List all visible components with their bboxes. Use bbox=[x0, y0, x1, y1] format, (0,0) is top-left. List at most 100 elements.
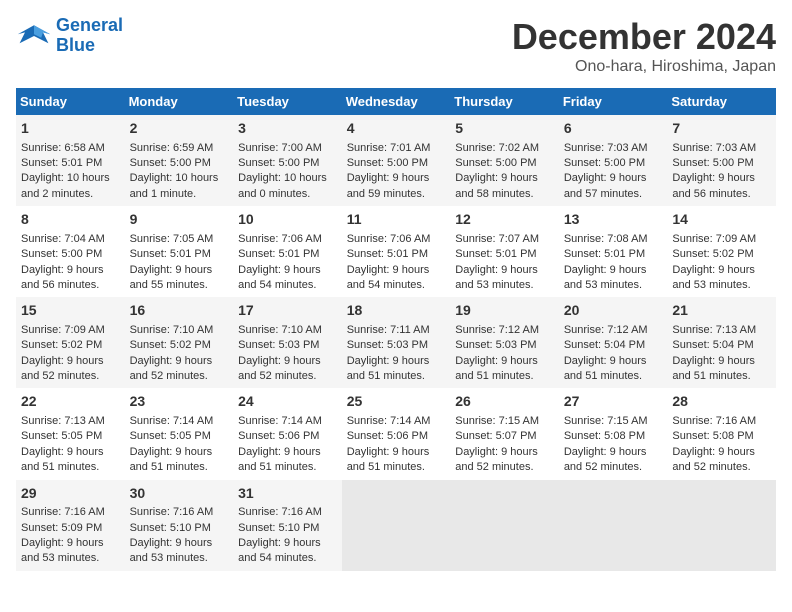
day-info-line: and 52 minutes. bbox=[238, 369, 337, 384]
calendar-cell: 27Sunrise: 7:15 AMSunset: 5:08 PMDayligh… bbox=[559, 388, 668, 479]
calendar-cell: 8Sunrise: 7:04 AMSunset: 5:00 PMDaylight… bbox=[16, 206, 125, 297]
day-number: 31 bbox=[238, 484, 337, 504]
day-info-line: Sunrise: 7:16 AM bbox=[238, 505, 337, 520]
calendar-cell: 19Sunrise: 7:12 AMSunset: 5:03 PMDayligh… bbox=[450, 297, 559, 388]
day-info-line: and 57 minutes. bbox=[564, 187, 663, 202]
day-info-line: and 58 minutes. bbox=[455, 187, 554, 202]
day-info-line: Sunrise: 7:16 AM bbox=[21, 505, 120, 520]
day-info-line: Sunrise: 7:15 AM bbox=[455, 414, 554, 429]
day-info-line: Sunrise: 7:16 AM bbox=[130, 505, 229, 520]
day-number: 16 bbox=[130, 301, 229, 321]
calendar-cell: 25Sunrise: 7:14 AMSunset: 5:06 PMDayligh… bbox=[342, 388, 451, 479]
calendar-row: 29Sunrise: 7:16 AMSunset: 5:09 PMDayligh… bbox=[16, 480, 776, 571]
day-number: 4 bbox=[347, 119, 446, 139]
day-info-line: Sunrise: 7:01 AM bbox=[347, 141, 446, 156]
day-info-line: Sunset: 5:08 PM bbox=[564, 429, 663, 444]
calendar-cell: 16Sunrise: 7:10 AMSunset: 5:02 PMDayligh… bbox=[125, 297, 234, 388]
calendar-cell bbox=[667, 480, 776, 571]
day-number: 23 bbox=[130, 392, 229, 412]
day-info-line: Sunset: 5:03 PM bbox=[347, 338, 446, 353]
day-info-line: Sunset: 5:01 PM bbox=[455, 247, 554, 262]
logo-line1: General bbox=[56, 15, 123, 35]
day-info-line: Daylight: 9 hours bbox=[672, 354, 771, 369]
day-info-line: and 0 minutes. bbox=[238, 187, 337, 202]
day-info-line: Sunrise: 7:03 AM bbox=[672, 141, 771, 156]
day-info-line: Daylight: 9 hours bbox=[238, 263, 337, 278]
day-info-line: and 2 minutes. bbox=[21, 187, 120, 202]
day-info-line: Daylight: 9 hours bbox=[347, 445, 446, 460]
day-info-line: and 59 minutes. bbox=[347, 187, 446, 202]
day-info-line: Daylight: 9 hours bbox=[455, 445, 554, 460]
day-info-line: Sunrise: 7:14 AM bbox=[130, 414, 229, 429]
day-info-line: Daylight: 9 hours bbox=[564, 445, 663, 460]
logo: General Blue bbox=[16, 16, 123, 56]
day-info-line: Sunset: 5:00 PM bbox=[455, 156, 554, 171]
day-info-line: Daylight: 9 hours bbox=[564, 354, 663, 369]
day-info-line: Sunset: 5:10 PM bbox=[130, 521, 229, 536]
day-info-line: Daylight: 9 hours bbox=[238, 536, 337, 551]
calendar-row: 1Sunrise: 6:58 AMSunset: 5:01 PMDaylight… bbox=[16, 115, 776, 206]
day-info-line: Daylight: 9 hours bbox=[672, 445, 771, 460]
location: Ono-hara, Hiroshima, Japan bbox=[512, 58, 776, 76]
day-info-line: and 53 minutes. bbox=[455, 278, 554, 293]
day-info-line: and 53 minutes. bbox=[564, 278, 663, 293]
day-number: 29 bbox=[21, 484, 120, 504]
day-info-line: Sunset: 5:03 PM bbox=[238, 338, 337, 353]
day-info-line: and 52 minutes. bbox=[455, 460, 554, 475]
calendar-cell: 11Sunrise: 7:06 AMSunset: 5:01 PMDayligh… bbox=[342, 206, 451, 297]
logo-line2: Blue bbox=[56, 35, 95, 55]
col-sunday: Sunday bbox=[16, 88, 125, 115]
day-info-line: Sunrise: 7:08 AM bbox=[564, 232, 663, 247]
logo-text: General Blue bbox=[56, 16, 123, 56]
day-number: 22 bbox=[21, 392, 120, 412]
day-number: 15 bbox=[21, 301, 120, 321]
calendar-cell bbox=[559, 480, 668, 571]
day-number: 2 bbox=[130, 119, 229, 139]
day-info-line: Sunset: 5:00 PM bbox=[564, 156, 663, 171]
calendar-cell: 23Sunrise: 7:14 AMSunset: 5:05 PMDayligh… bbox=[125, 388, 234, 479]
day-info-line: Sunset: 5:01 PM bbox=[21, 156, 120, 171]
day-number: 7 bbox=[672, 119, 771, 139]
header-row: Sunday Monday Tuesday Wednesday Thursday… bbox=[16, 88, 776, 115]
day-info-line: Daylight: 9 hours bbox=[130, 445, 229, 460]
col-tuesday: Tuesday bbox=[233, 88, 342, 115]
day-info-line: Sunset: 5:05 PM bbox=[21, 429, 120, 444]
calendar-cell bbox=[342, 480, 451, 571]
day-number: 5 bbox=[455, 119, 554, 139]
col-friday: Friday bbox=[559, 88, 668, 115]
day-info-line: Daylight: 9 hours bbox=[21, 354, 120, 369]
col-thursday: Thursday bbox=[450, 88, 559, 115]
day-info-line: Sunrise: 7:12 AM bbox=[564, 323, 663, 338]
calendar-body: 1Sunrise: 6:58 AMSunset: 5:01 PMDaylight… bbox=[16, 115, 776, 571]
calendar-row: 8Sunrise: 7:04 AMSunset: 5:00 PMDaylight… bbox=[16, 206, 776, 297]
day-info-line: and 53 minutes. bbox=[21, 551, 120, 566]
day-info-line: and 52 minutes. bbox=[564, 460, 663, 475]
day-info-line: Sunset: 5:07 PM bbox=[455, 429, 554, 444]
day-number: 27 bbox=[564, 392, 663, 412]
day-info-line: Sunset: 5:10 PM bbox=[238, 521, 337, 536]
calendar-cell: 10Sunrise: 7:06 AMSunset: 5:01 PMDayligh… bbox=[233, 206, 342, 297]
day-info-line: Sunset: 5:00 PM bbox=[130, 156, 229, 171]
day-number: 1 bbox=[21, 119, 120, 139]
day-number: 30 bbox=[130, 484, 229, 504]
day-info-line: Sunset: 5:00 PM bbox=[672, 156, 771, 171]
logo-icon bbox=[16, 18, 52, 54]
day-info-line: and 54 minutes. bbox=[347, 278, 446, 293]
day-info-line: and 51 minutes. bbox=[672, 369, 771, 384]
col-saturday: Saturday bbox=[667, 88, 776, 115]
day-number: 10 bbox=[238, 210, 337, 230]
day-info-line: Sunset: 5:00 PM bbox=[21, 247, 120, 262]
calendar-cell: 18Sunrise: 7:11 AMSunset: 5:03 PMDayligh… bbox=[342, 297, 451, 388]
calendar-cell: 4Sunrise: 7:01 AMSunset: 5:00 PMDaylight… bbox=[342, 115, 451, 206]
calendar-cell: 22Sunrise: 7:13 AMSunset: 5:05 PMDayligh… bbox=[16, 388, 125, 479]
day-info-line: Sunrise: 7:06 AM bbox=[347, 232, 446, 247]
day-info-line: and 52 minutes. bbox=[672, 460, 771, 475]
day-info-line: and 53 minutes. bbox=[672, 278, 771, 293]
calendar-cell: 12Sunrise: 7:07 AMSunset: 5:01 PMDayligh… bbox=[450, 206, 559, 297]
day-info-line: and 56 minutes. bbox=[672, 187, 771, 202]
day-info-line: Sunset: 5:01 PM bbox=[347, 247, 446, 262]
day-info-line: Sunset: 5:06 PM bbox=[238, 429, 337, 444]
day-info-line: Sunset: 5:02 PM bbox=[672, 247, 771, 262]
day-info-line: Sunrise: 7:11 AM bbox=[347, 323, 446, 338]
day-number: 24 bbox=[238, 392, 337, 412]
